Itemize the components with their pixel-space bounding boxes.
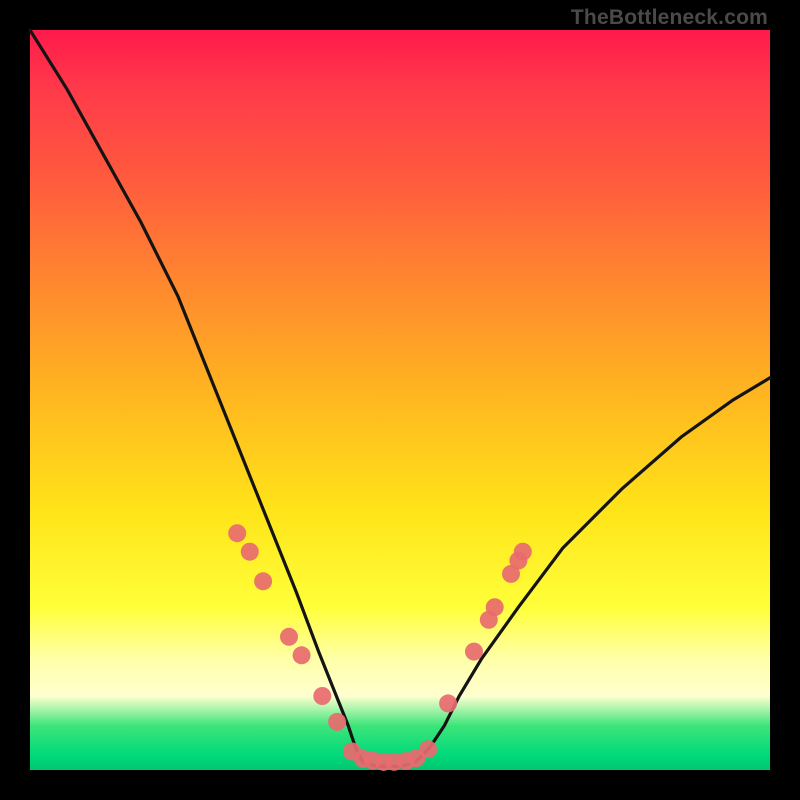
curve-markers <box>228 524 532 771</box>
curve-marker <box>514 543 532 561</box>
watermark-label: TheBottleneck.com <box>571 6 768 30</box>
chart-svg <box>30 30 770 770</box>
curve-marker <box>254 572 272 590</box>
curve-marker <box>228 524 246 542</box>
curve-marker <box>486 598 504 616</box>
curve-marker <box>419 740 437 758</box>
chart-frame: TheBottleneck.com <box>0 0 800 800</box>
curve-marker <box>293 646 311 664</box>
plot-area <box>30 30 770 770</box>
curve-marker <box>465 643 483 661</box>
curve-marker <box>313 687 331 705</box>
curve-marker <box>439 694 457 712</box>
bottleneck-curve <box>30 30 770 766</box>
curve-marker <box>241 543 259 561</box>
curve-marker <box>328 713 346 731</box>
curve-marker <box>280 628 298 646</box>
